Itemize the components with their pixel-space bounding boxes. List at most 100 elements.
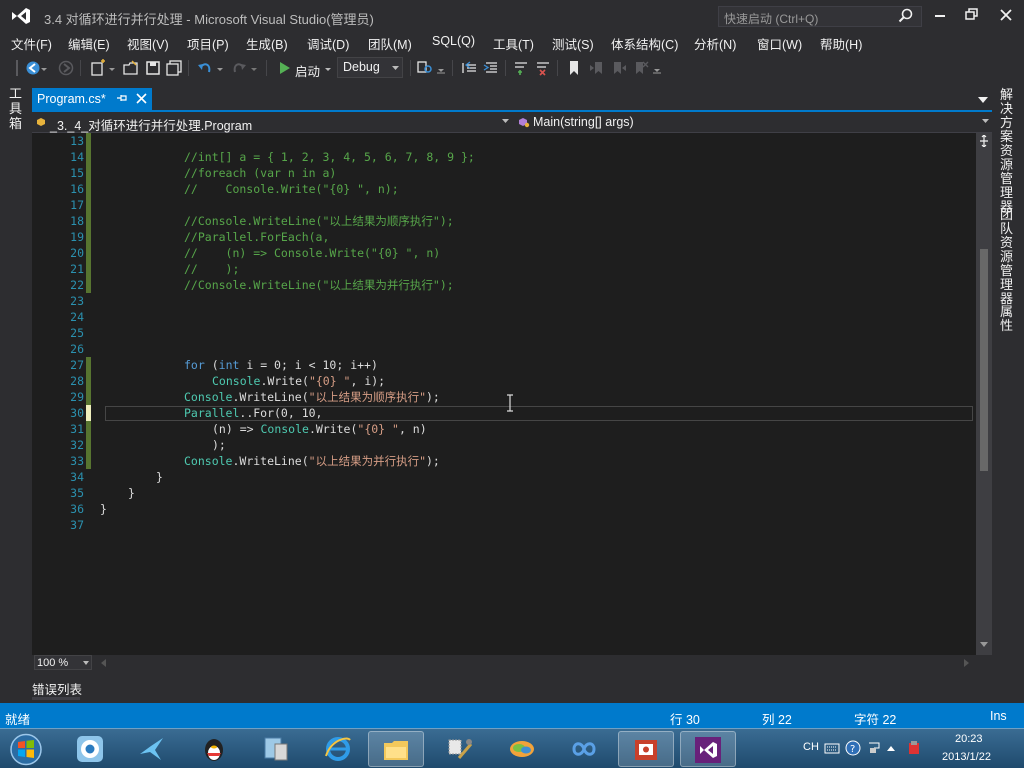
menu-view[interactable]: 视图(V) xyxy=(127,34,169,53)
menu-test[interactable]: 测试(S) xyxy=(552,34,594,53)
bird-icon xyxy=(140,738,163,760)
code-line: 36} xyxy=(32,501,976,517)
close-button[interactable] xyxy=(992,4,1020,26)
vertical-scrollbar[interactable] xyxy=(976,133,992,655)
pin-icon[interactable] xyxy=(116,92,128,104)
code-token: .WriteLine( xyxy=(232,390,309,404)
menu-debug[interactable]: 调试(D) xyxy=(307,34,349,53)
clear-bookmarks-icon[interactable] xyxy=(632,59,650,77)
navigate-forward-icon[interactable] xyxy=(57,59,75,77)
media-player-icon xyxy=(77,736,103,762)
tray-ime-indicator[interactable]: CH xyxy=(803,741,819,753)
chevron-down-icon[interactable] xyxy=(436,59,446,77)
menu-build[interactable]: 生成(B) xyxy=(246,34,288,53)
taskbar-app-explorer[interactable] xyxy=(368,731,424,767)
bookmark-icon[interactable] xyxy=(565,59,583,77)
document-tab-program-cs[interactable]: Program.cs* xyxy=(32,88,152,110)
zoom-level-dropdown[interactable]: 100 % xyxy=(34,655,92,670)
save-all-icon[interactable] xyxy=(165,59,183,77)
help-icon[interactable]: ? xyxy=(845,740,861,756)
code-text: } xyxy=(128,485,135,501)
undo-icon[interactable] xyxy=(196,59,214,77)
chevron-down-icon[interactable] xyxy=(250,59,258,77)
open-file-icon[interactable] xyxy=(122,59,140,77)
windows-start-button[interactable] xyxy=(6,732,46,767)
solution-configuration-dropdown[interactable]: Debug xyxy=(337,57,403,78)
menu-architecture[interactable]: 体系结构(C) xyxy=(611,34,678,53)
taskbar-app-bird[interactable] xyxy=(124,731,180,767)
taskbar-app-infinity[interactable] xyxy=(556,731,612,767)
types-dropdown[interactable]: _3._4_对循环进行并行处理.Program xyxy=(34,112,512,133)
code-editor[interactable]: 13 14 //int[] a = { 1, 2, 3, 4, 5, 6, 7, 8… xyxy=(32,133,976,655)
uncomment-lines-icon[interactable] xyxy=(534,59,552,77)
chevron-down-icon[interactable] xyxy=(108,59,116,77)
toolbox-tab[interactable]: 工具箱 xyxy=(9,86,23,131)
quick-launch-input[interactable]: 快速启动 (Ctrl+Q) xyxy=(718,6,922,27)
chevron-down-icon[interactable] xyxy=(40,59,48,77)
toolbar-separator xyxy=(410,60,411,76)
scrollbar-thumb[interactable] xyxy=(980,249,988,471)
clock-date[interactable]: 2013/1/22 xyxy=(942,751,991,763)
change-indicator xyxy=(86,389,91,405)
menu-sql[interactable]: SQL(Q) xyxy=(432,34,475,48)
split-handle-icon[interactable] xyxy=(979,135,989,147)
menu-file[interactable]: 文件(F) xyxy=(11,34,52,53)
code-text: ); xyxy=(212,437,226,453)
toolbar-options-icon[interactable] xyxy=(652,59,662,77)
solution-explorer-tab[interactable]: 解决方案资源管理器 xyxy=(1000,88,1014,214)
tab-overflow-chevron-icon[interactable] xyxy=(978,96,988,104)
taskbar-app-ie[interactable] xyxy=(310,731,366,767)
next-bookmark-icon[interactable] xyxy=(610,59,628,77)
taskbar-app-qq[interactable] xyxy=(186,731,242,767)
horizontal-scrollbar[interactable] xyxy=(100,658,970,668)
menu-analyze[interactable]: 分析(N) xyxy=(694,34,736,53)
line-number: 31 xyxy=(70,422,84,436)
start-debug-icon[interactable] xyxy=(276,59,294,77)
code-line: 32); xyxy=(32,437,976,453)
menu-window[interactable]: 窗口(W) xyxy=(757,34,802,53)
code-line: 34} xyxy=(32,469,976,485)
team-explorer-tab[interactable]: 团队资源管理器 xyxy=(1000,208,1014,306)
taskbar-app-chart[interactable] xyxy=(494,731,550,767)
taskbar-app-computer[interactable] xyxy=(248,731,304,767)
previous-bookmark-icon[interactable] xyxy=(588,59,606,77)
show-hidden-icons-icon[interactable] xyxy=(886,740,896,756)
minimize-button[interactable] xyxy=(926,4,954,26)
taskbar-app-media[interactable] xyxy=(62,731,118,767)
taskbar-app-powerpoint[interactable] xyxy=(618,731,674,767)
code-token: } xyxy=(100,502,107,516)
chevron-down-icon[interactable] xyxy=(216,59,224,77)
tray-settings-icon[interactable] xyxy=(866,740,882,756)
chevron-down-icon[interactable] xyxy=(324,59,332,77)
members-dropdown[interactable]: Main(string[] args) xyxy=(514,112,990,132)
search-icon[interactable] xyxy=(898,8,913,23)
scroll-down-arrow-icon[interactable] xyxy=(980,642,988,648)
find-in-files-icon[interactable] xyxy=(416,59,434,77)
decrease-indent-icon[interactable] xyxy=(461,59,479,77)
taskbar-app-tools[interactable] xyxy=(432,731,488,767)
action-center-icon[interactable] xyxy=(906,740,922,756)
code-token: Console xyxy=(184,454,233,468)
clock-time[interactable]: 20:23 xyxy=(955,733,983,745)
keyboard-icon[interactable] xyxy=(824,740,840,756)
increase-indent-icon[interactable] xyxy=(482,59,500,77)
menu-team[interactable]: 团队(M) xyxy=(368,34,412,53)
start-button[interactable]: 启动 xyxy=(295,61,320,80)
status-bar: 就绪 行 30 列 22 字符 22 Ins xyxy=(0,703,1024,728)
taskbar-app-visual-studio[interactable] xyxy=(680,731,736,767)
restore-button[interactable] xyxy=(958,4,986,26)
menu-help[interactable]: 帮助(H) xyxy=(820,34,862,53)
menu-project[interactable]: 项目(P) xyxy=(187,34,229,53)
code-token: (n) => xyxy=(212,422,261,436)
menu-tools[interactable]: 工具(T) xyxy=(493,34,534,53)
close-tab-icon[interactable] xyxy=(136,93,147,104)
redo-icon[interactable] xyxy=(230,59,248,77)
error-list-tab[interactable]: 错误列表 xyxy=(32,678,82,700)
comment-lines-icon[interactable] xyxy=(512,59,530,77)
tab-title: Program.cs* xyxy=(37,92,106,106)
code-token: //Console.WriteLine("以上结果为并行执行"); xyxy=(184,278,454,292)
new-project-icon[interactable] xyxy=(89,59,107,77)
properties-tab[interactable]: 属性 xyxy=(1000,305,1014,333)
menu-edit[interactable]: 编辑(E) xyxy=(68,34,110,53)
save-icon[interactable] xyxy=(144,59,162,77)
